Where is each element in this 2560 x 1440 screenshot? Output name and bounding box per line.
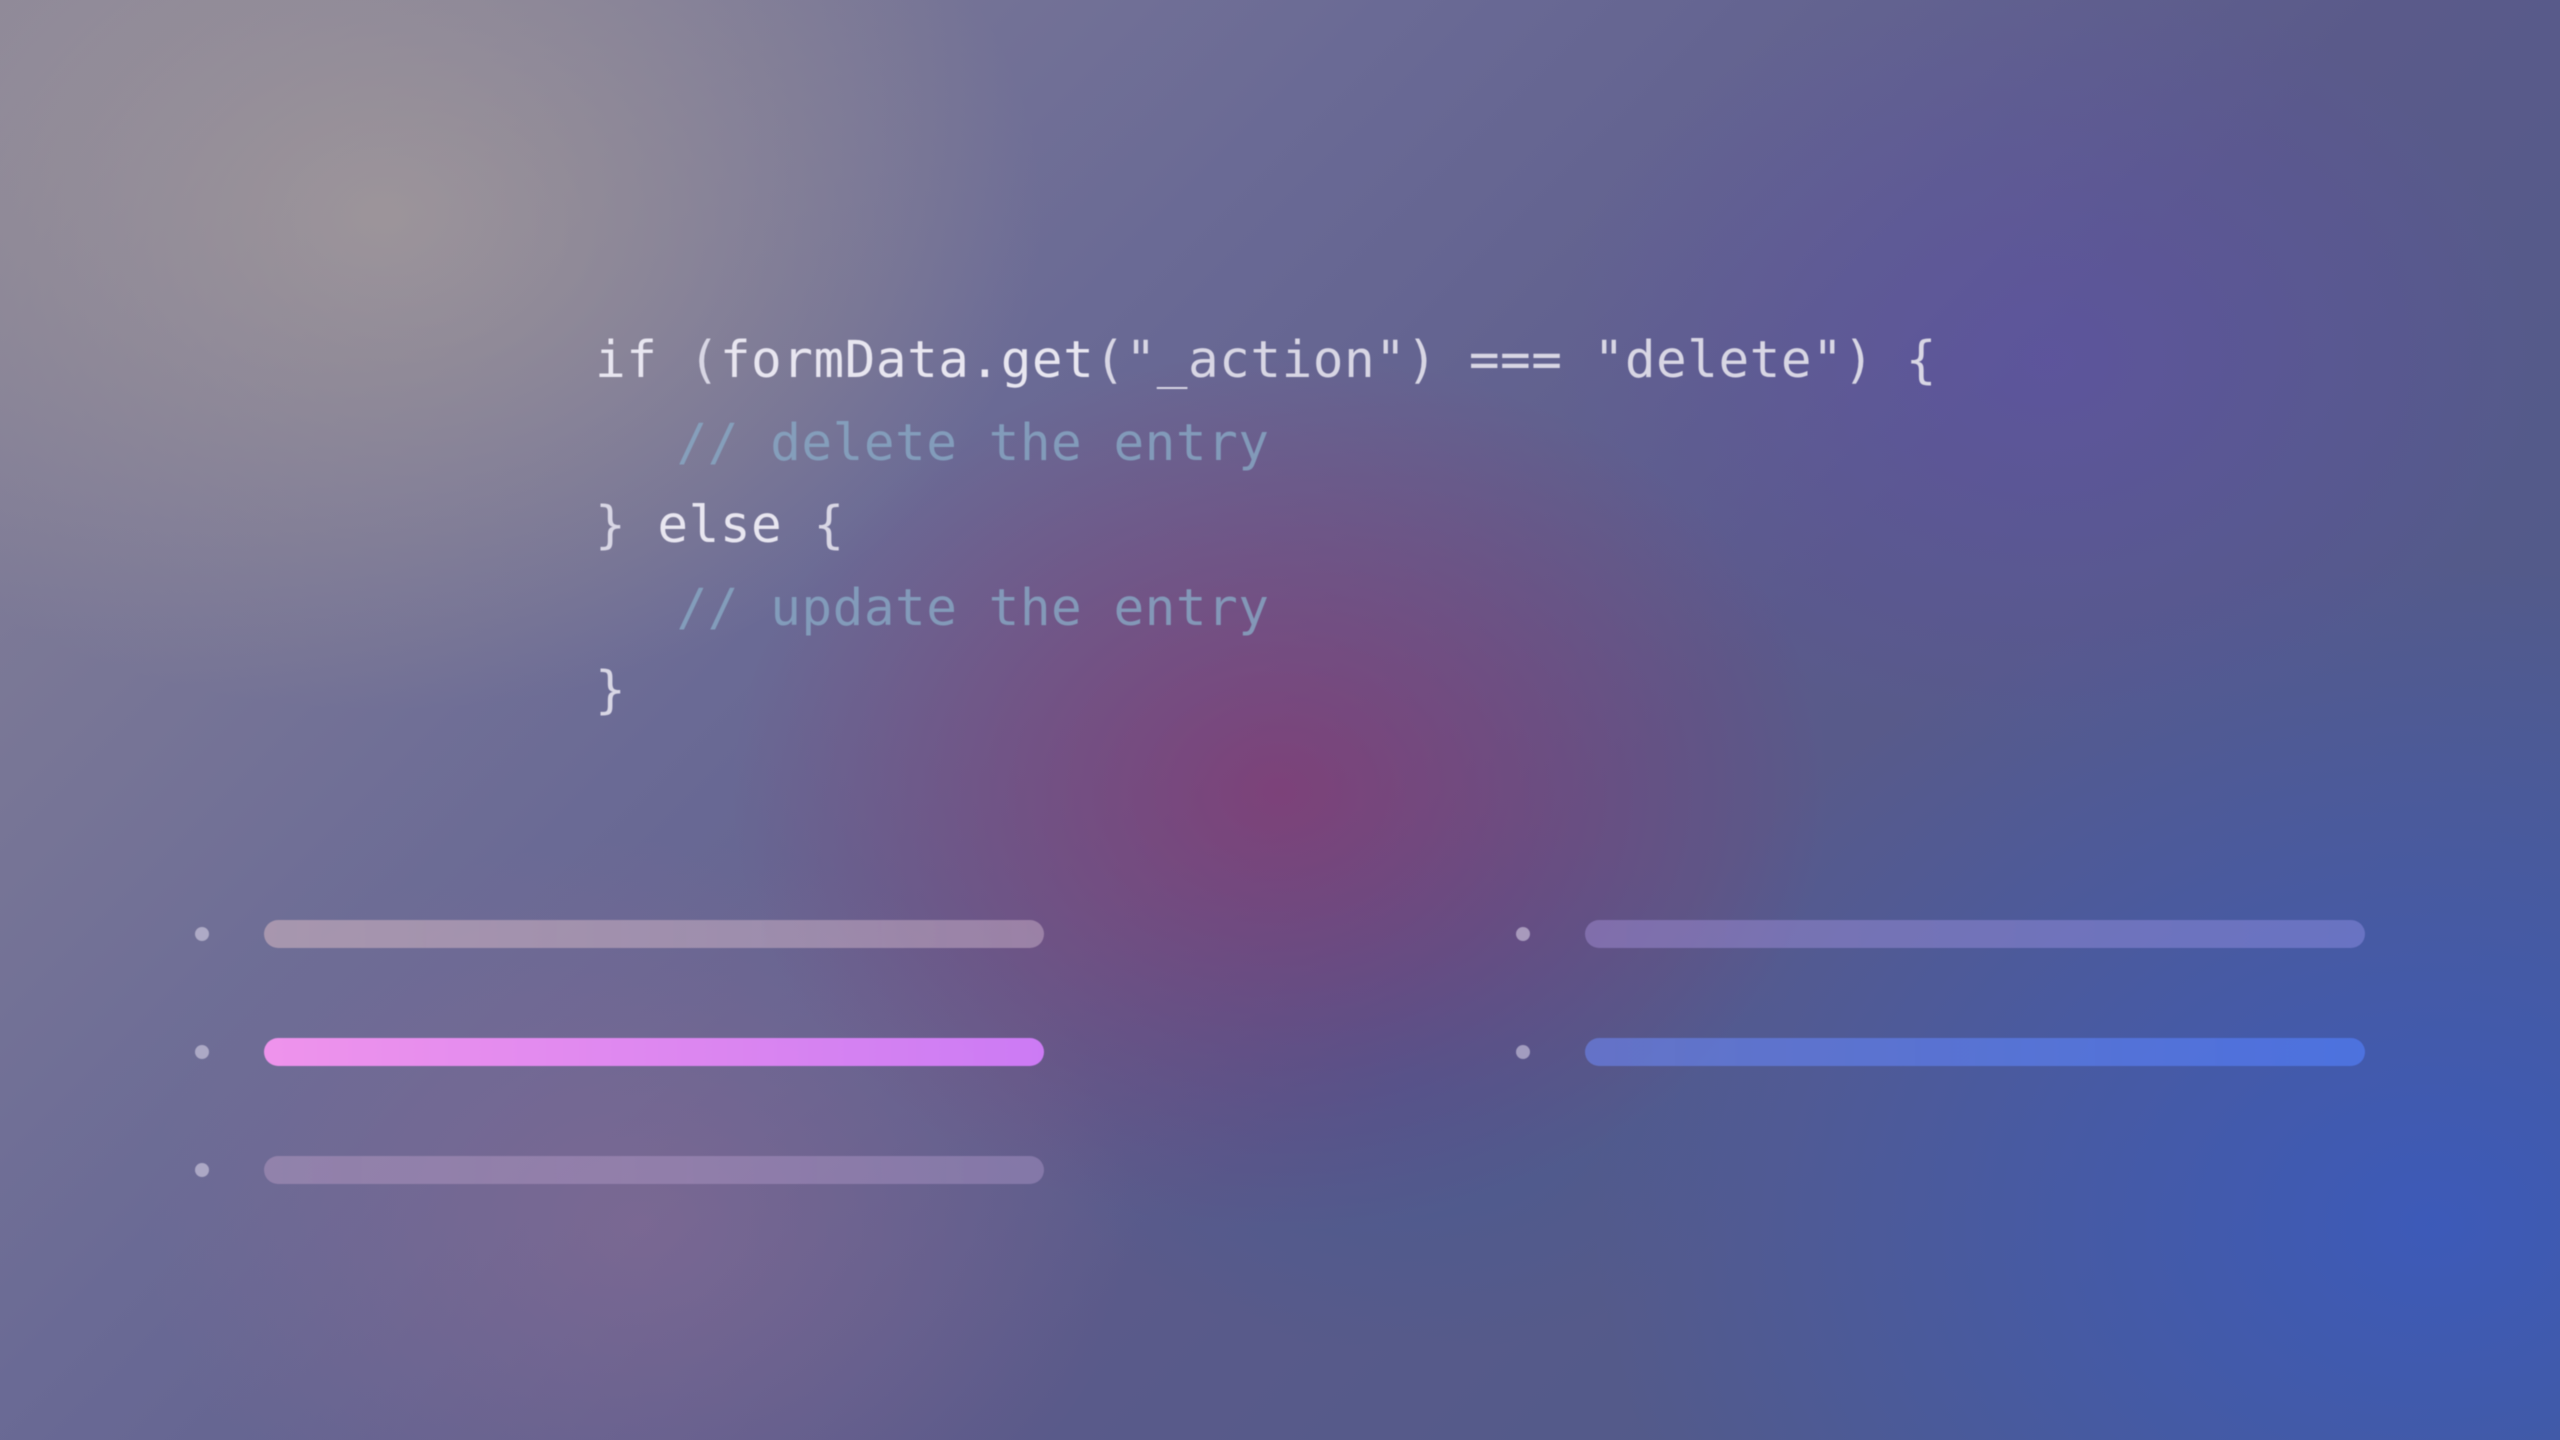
code-line-2: // delete the entry [595,403,1937,486]
paren-open: ( [657,331,719,390]
list-item [195,1038,1044,1066]
bullet-icon [195,1163,209,1177]
placeholder-bar [1585,1038,2365,1066]
brace-close-final: } [595,661,626,720]
placeholder-lists [195,920,2365,1184]
code-line-5: } [595,650,1937,733]
list-item [1516,1038,2365,1066]
operator-equals: === [1438,331,1594,390]
placeholder-bar [264,920,1044,948]
placeholder-bar [264,1156,1044,1184]
bullet-icon [195,1045,209,1059]
paren-close: ) [1843,331,1874,390]
code-snippet: if (formData.get("_action") === "delete"… [595,320,1937,733]
bullet-icon [1516,927,1530,941]
keyword-if: if [595,331,657,390]
bullet-icon [1516,1045,1530,1059]
list-column-right [1516,920,2365,1184]
comment-update: // update the entry [677,579,1270,638]
code-line-4: // update the entry [595,568,1937,651]
dot-operator: . [969,331,1000,390]
string-delete: "delete" [1594,331,1844,390]
placeholder-bar [264,1038,1044,1066]
code-line-3: } else { [595,485,1937,568]
brace-open-else: { [813,496,844,555]
brace-close: } [595,496,626,555]
comment-delete: // delete the entry [677,414,1270,473]
keyword-else: else [626,496,813,555]
list-item [195,920,1044,948]
string-action: "_action" [1126,331,1407,390]
placeholder-bar [1585,920,2365,948]
call-paren-open: ( [1094,331,1125,390]
code-line-1: if (formData.get("_action") === "delete"… [595,320,1937,403]
list-column-left [195,920,1044,1184]
method-get: get [1001,331,1095,390]
bullet-icon [195,927,209,941]
brace-open: { [1875,331,1937,390]
list-item [1516,920,2365,948]
list-item [195,1156,1044,1184]
call-paren-close: ) [1406,331,1437,390]
identifier-formdata: formData [720,331,970,390]
